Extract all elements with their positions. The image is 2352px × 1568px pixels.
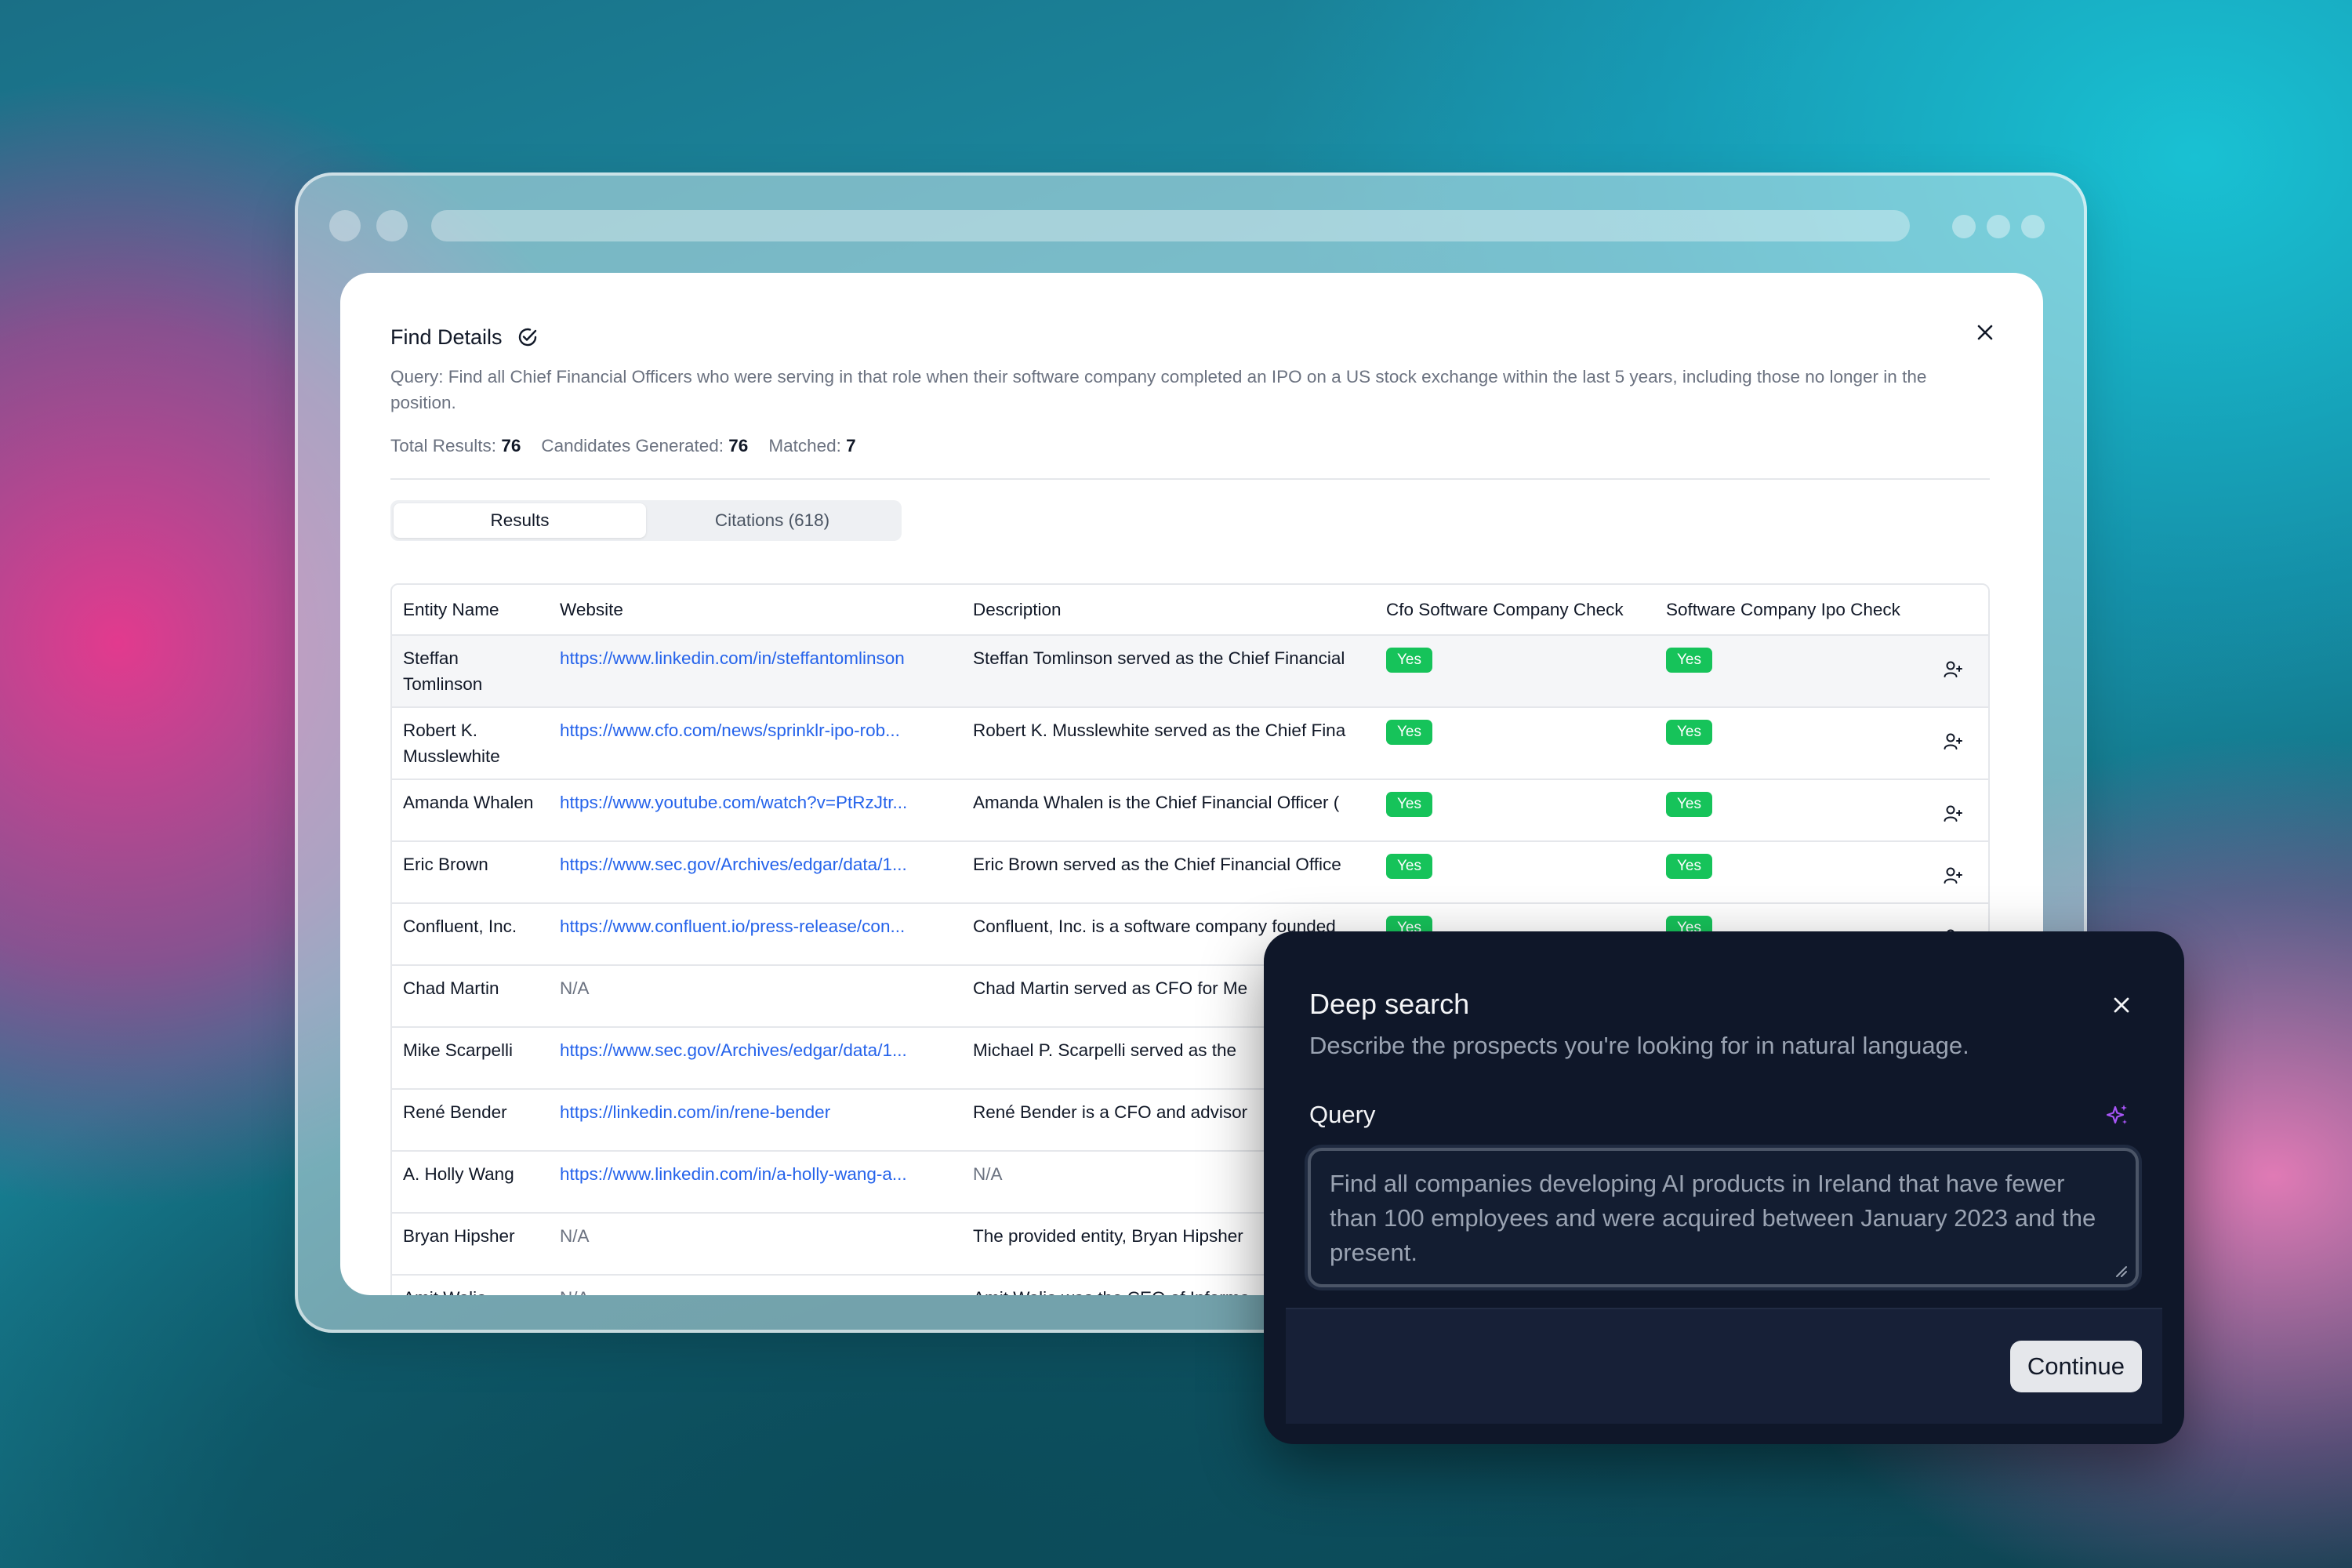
deep-search-modal: Deep search Describe the prospects you'r… (1264, 931, 2184, 1444)
status-badge: Yes (1386, 854, 1432, 879)
stat-matched: Matched: 7 (768, 436, 856, 456)
cell-website-link[interactable]: https://www.linkedin.com/in/a-holly-wang… (549, 1150, 962, 1213)
close-icon (2114, 997, 2129, 1013)
cell-description: Steffan Tomlinson served as the Chief Fi… (962, 634, 1375, 707)
person-add-icon (1944, 661, 1962, 677)
modal-footer: Continue (1286, 1308, 2162, 1424)
cell-cfo-check: Yes (1375, 634, 1655, 707)
modal-title: Deep search (1309, 988, 1470, 1020)
status-badge: Yes (1666, 854, 1712, 879)
cell-entity-name: Confluent, Inc. (392, 902, 549, 965)
cell-entity-name: Amit Walia (392, 1274, 549, 1295)
cell-entity-name: Chad Martin (392, 964, 549, 1027)
cell-website-link[interactable]: https://www.confluent.io/press-release/c… (549, 902, 962, 965)
cell-ipo-check: Yes (1655, 779, 1914, 841)
cell-ipo-check: Yes (1655, 634, 1914, 707)
stat-candidates: Candidates Generated: 76 (541, 436, 749, 456)
close-modal-button[interactable] (2106, 989, 2137, 1021)
window-dot (376, 210, 408, 241)
cell-website-link[interactable]: https://www.sec.gov/Archives/edgar/data/… (549, 840, 962, 903)
cell-ipo-check: Yes (1655, 706, 1914, 779)
modal-subtitle: Describe the prospects you're looking fo… (1309, 1032, 1969, 1059)
cell-website-link[interactable]: https://www.sec.gov/Archives/edgar/data/… (549, 1026, 962, 1089)
status-badge: Yes (1666, 792, 1712, 817)
table-row[interactable]: Eric Brown https://www.sec.gov/Archives/e… (392, 840, 1988, 903)
add-contact-button[interactable] (1914, 779, 1988, 841)
cell-cfo-check: Yes (1375, 779, 1655, 841)
column-header-actions (1914, 585, 1988, 635)
column-header-description[interactable]: Description (962, 585, 1375, 635)
cell-entity-name: Mike Scarpelli (392, 1026, 549, 1089)
column-header-cfo-check[interactable]: Cfo Software Company Check (1375, 585, 1655, 635)
check-circle-icon (518, 328, 536, 347)
tab-bar: Results Citations (618) (390, 500, 902, 541)
query-textarea-value: Find all companies developing AI product… (1330, 1170, 2096, 1266)
status-badge: Yes (1386, 648, 1432, 673)
table-row[interactable]: Steffan Tomlinson https://www.linkedin.co… (392, 634, 1988, 707)
cell-website: N/A (549, 1212, 962, 1275)
table-row[interactable]: Amanda Whalen https://www.youtube.com/wat… (392, 779, 1988, 841)
query-label: Query (1309, 1101, 1376, 1128)
cell-entity-name: René Bender (392, 1088, 549, 1151)
person-add-icon (1944, 867, 1962, 884)
cell-cfo-check: Yes (1375, 840, 1655, 903)
query-description: Query: Find all Chief Financial Officers… (390, 367, 1927, 412)
cell-entity-name: Amanda Whalen (392, 779, 549, 841)
divider (390, 478, 1990, 480)
cell-entity-name: A. Holly Wang (392, 1150, 549, 1213)
cell-ipo-check: Yes (1655, 840, 1914, 903)
cell-website-link[interactable]: https://linkedin.com/in/rene-bender (549, 1088, 962, 1151)
cell-website: N/A (549, 1274, 962, 1295)
add-contact-button[interactable] (1914, 840, 1988, 903)
stats-row: Total Results: 76 Candidates Generated: … (390, 436, 1990, 456)
continue-button[interactable]: Continue (2009, 1341, 2142, 1392)
resize-handle-icon[interactable] (2114, 1264, 2128, 1278)
cell-entity-name: Robert K. Musslewhite (392, 706, 549, 779)
column-header-website[interactable]: Website (549, 585, 962, 635)
panel-title: Find Details (390, 325, 503, 349)
stat-total: Total Results: 76 (390, 436, 521, 456)
cell-entity-name: Steffan Tomlinson (392, 634, 549, 707)
cell-description: Robert K. Musslewhite served as the Chie… (962, 706, 1375, 779)
add-contact-button[interactable] (1914, 706, 1988, 779)
cell-website-link[interactable]: https://www.cfo.com/news/sprinklr-ipo-ro… (549, 706, 962, 779)
cell-entity-name: Eric Brown (392, 840, 549, 903)
cell-description: Amanda Whalen is the Chief Financial Off… (962, 779, 1375, 841)
status-badge: Yes (1666, 648, 1712, 673)
cell-website-link[interactable]: https://www.youtube.com/watch?v=PtRzJtr.… (549, 779, 962, 841)
cell-website-link[interactable]: https://www.linkedin.com/in/steffantomli… (549, 634, 962, 707)
window-dot (2021, 215, 2045, 238)
cell-website: N/A (549, 964, 962, 1027)
status-badge: Yes (1386, 792, 1432, 817)
address-bar (431, 210, 1910, 241)
column-header-ipo-check[interactable]: Software Company Ipo Check (1655, 585, 1914, 635)
window-dot (329, 210, 361, 241)
cell-entity-name: Bryan Hipsher (392, 1212, 549, 1275)
window-dot (1952, 215, 1976, 238)
table-header-row: Entity Name Website Description Cfo Soft… (392, 585, 1988, 635)
add-contact-button[interactable] (1914, 634, 1988, 707)
column-header-entity-name[interactable]: Entity Name (392, 585, 549, 635)
window-dot (1987, 215, 2010, 238)
status-badge: Yes (1666, 720, 1712, 745)
table-row[interactable]: Robert K. Musslewhite https://www.cfo.com… (392, 706, 1988, 779)
tab-results[interactable]: Results (394, 503, 646, 538)
person-add-icon (1944, 733, 1962, 750)
tab-citations[interactable]: Citations (618) (646, 503, 898, 538)
person-add-icon (1944, 805, 1962, 822)
status-badge: Yes (1386, 720, 1432, 745)
cell-description: Eric Brown served as the Chief Financial… (962, 840, 1375, 903)
cell-cfo-check: Yes (1375, 706, 1655, 779)
query-textarea[interactable]: Find all companies developing AI product… (1308, 1148, 2139, 1287)
sparkle-icon[interactable] (2104, 1102, 2131, 1129)
